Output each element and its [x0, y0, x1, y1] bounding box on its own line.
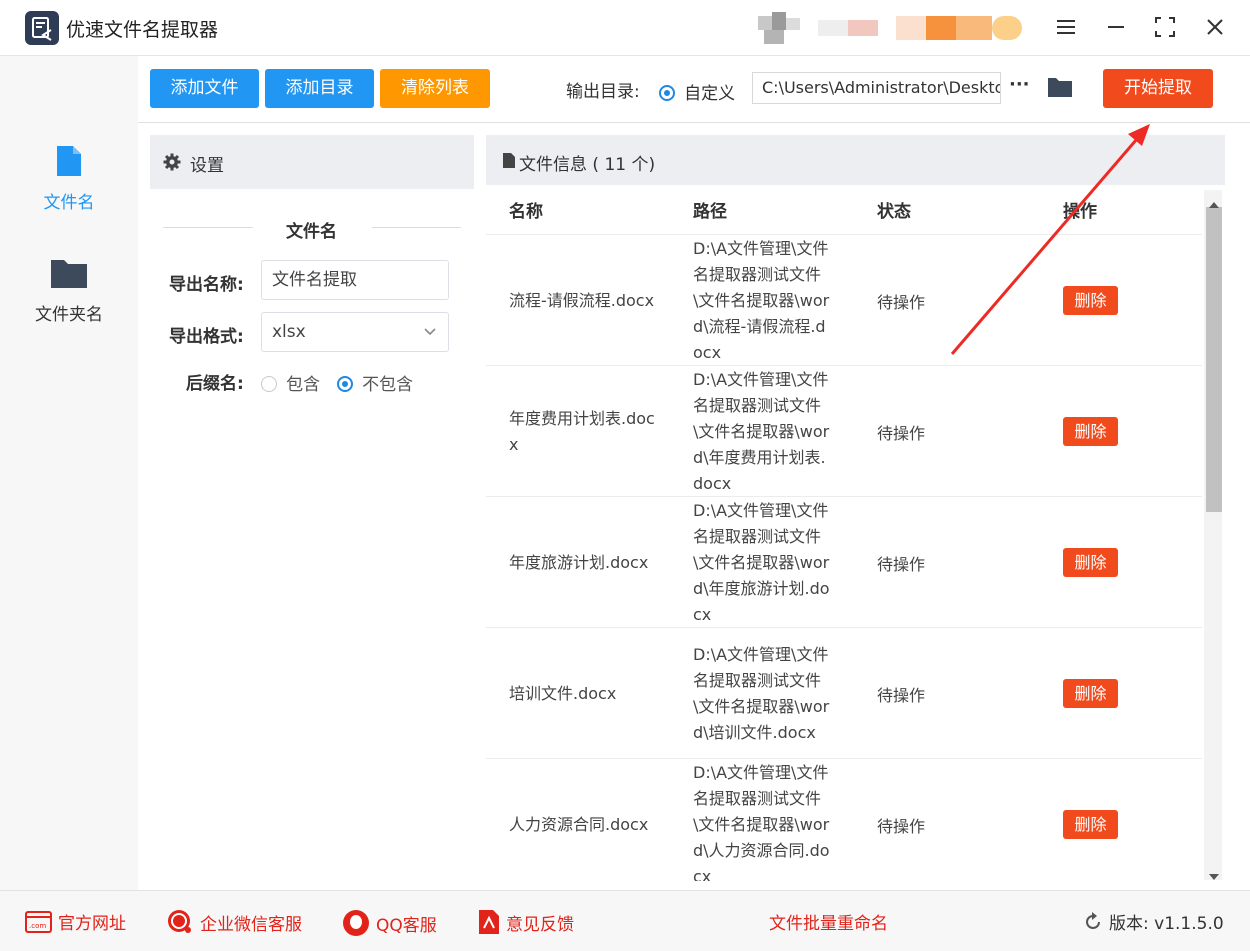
file-status-cell: 待操作	[877, 292, 926, 312]
section-title: 文件名	[286, 222, 337, 242]
sidebar-item-foldername[interactable]: 文件夹名	[0, 256, 138, 325]
add-file-button[interactable]: 添加文件	[150, 69, 259, 108]
output-dir-label: 输出目录:	[566, 82, 640, 102]
section-divider-left	[163, 227, 253, 228]
delete-button[interactable]: 删除	[1063, 548, 1118, 577]
file-name-cell: 流程-请假流程.docx	[509, 290, 655, 310]
app-title: 优速文件名提取器	[66, 19, 219, 41]
file-status-cell: 待操作	[877, 816, 926, 836]
batch-rename-link[interactable]: 文件批量重命名	[769, 909, 888, 934]
website-label: 官方网址	[58, 914, 126, 934]
file-path-cell: D:\A文件管理\文件名提取器测试文件\文件名提取器\word\人力资源合同.d…	[693, 762, 830, 882]
section-divider-right	[372, 227, 461, 228]
sidebar: 文件名 文件夹名	[0, 56, 138, 890]
table-row: 年度旅游计划.docx D:\A文件管理\文件名提取器测试文件\文件名提取器\w…	[486, 496, 1202, 628]
annotation-arrow	[950, 124, 1150, 355]
export-format-label: 导出格式:	[169, 327, 244, 347]
more-button[interactable]: ···	[1009, 74, 1030, 95]
delete-button[interactable]: 删除	[1063, 679, 1118, 708]
column-header-status: 状态	[877, 202, 911, 222]
fileinfo-title: 文件信息 ( 11 个)	[519, 155, 656, 175]
feedback-icon	[479, 910, 499, 934]
scrollbar-thumb[interactable]	[1206, 207, 1222, 512]
file-status-cell: 待操作	[877, 554, 926, 574]
title-bar: 优速文件名提取器	[0, 0, 1250, 56]
radio-selected-icon	[337, 376, 353, 392]
gear-icon	[163, 153, 181, 171]
file-icon	[57, 146, 81, 176]
close-icon[interactable]	[1202, 14, 1228, 40]
delete-button[interactable]: 删除	[1063, 417, 1118, 446]
version-label: 版本: v1.1.5.0	[1109, 914, 1224, 934]
table-row: 培训文件.docx D:\A文件管理\文件名提取器测试文件\文件名提取器\wor…	[486, 627, 1202, 759]
menu-icon[interactable]	[1053, 14, 1079, 40]
settings-header: 设置	[150, 135, 474, 189]
file-path-cell: D:\A文件管理\文件名提取器测试文件\文件名提取器\word\培训文件.doc…	[693, 644, 830, 742]
table-row: 年度费用计划表.docx D:\A文件管理\文件名提取器测试文件\文件名提取器\…	[486, 365, 1202, 497]
column-header-path: 路径	[693, 202, 727, 222]
file-path-cell: D:\A文件管理\文件名提取器测试文件\文件名提取器\word\流程-请假流程.…	[693, 238, 830, 362]
export-name-input[interactable]: 文件名提取	[261, 260, 449, 300]
custom-radio[interactable]: 自定义	[659, 79, 735, 104]
website-link[interactable]: .com 官方网址	[25, 909, 126, 934]
app-logo-icon	[25, 11, 59, 45]
document-icon	[503, 153, 515, 168]
feedback-label: 意见反馈	[506, 914, 574, 935]
version-info[interactable]: 版本: v1.1.5.0	[1083, 909, 1224, 934]
export-format-value: xlsx	[272, 322, 306, 342]
export-name-label: 导出名称:	[169, 275, 244, 295]
file-name-cell: 年度费用计划表.docx	[509, 408, 655, 454]
sidebar-item-filename[interactable]: 文件名	[0, 144, 138, 213]
file-name-cell: 人力资源合同.docx	[509, 814, 649, 834]
delete-button[interactable]: 删除	[1063, 810, 1118, 839]
sidebar-item-label: 文件夹名	[35, 305, 103, 325]
wechat-icon	[168, 910, 191, 933]
settings-title: 设置	[190, 156, 224, 176]
scroll-down-icon[interactable]	[1209, 866, 1219, 885]
clear-list-button[interactable]: 清除列表	[380, 69, 490, 108]
radio-selected-icon	[659, 85, 675, 101]
folder-icon	[51, 260, 87, 288]
folder-browse-icon[interactable]	[1047, 76, 1073, 102]
column-header-name: 名称	[509, 202, 543, 222]
suffix-label: 后缀名:	[186, 374, 244, 394]
user-name-blurred	[818, 12, 1028, 44]
sidebar-item-label: 文件名	[43, 193, 95, 213]
wechat-support-link[interactable]: 企业微信客服	[166, 909, 302, 935]
suffix-include-radio[interactable]: 包含	[261, 370, 320, 395]
qq-icon	[343, 910, 369, 936]
suffix-exclude-label: 不包含	[362, 375, 414, 395]
radio-unselected-icon	[261, 376, 277, 392]
chevron-down-icon	[424, 328, 436, 336]
custom-radio-label: 自定义	[684, 84, 736, 104]
user-avatar[interactable]	[758, 12, 806, 44]
export-format-select[interactable]: xlsx	[261, 312, 449, 352]
qq-label: QQ客服	[376, 915, 437, 936]
output-path-input[interactable]: C:\Users\Administrator\Desktop	[752, 72, 1001, 104]
table-row: 人力资源合同.docx D:\A文件管理\文件名提取器测试文件\文件名提取器\w…	[486, 758, 1202, 881]
minimize-icon[interactable]	[1103, 14, 1129, 40]
file-path-cell: D:\A文件管理\文件名提取器测试文件\文件名提取器\word\年度旅游计划.d…	[693, 500, 830, 624]
qq-support-link[interactable]: QQ客服	[342, 909, 437, 937]
start-extract-button[interactable]: 开始提取	[1103, 69, 1213, 108]
file-status-cell: 待操作	[877, 685, 926, 705]
maximize-icon[interactable]	[1152, 14, 1178, 40]
wechat-label: 企业微信客服	[200, 914, 302, 935]
feedback-link[interactable]: 意见反馈	[478, 909, 574, 935]
svg-text:.com: .com	[29, 922, 46, 930]
file-path-cell: D:\A文件管理\文件名提取器测试文件\文件名提取器\word\年度费用计划表.…	[693, 369, 830, 493]
file-name-cell: 年度旅游计划.docx	[509, 552, 649, 572]
file-status-cell: 待操作	[877, 423, 926, 443]
scroll-up-icon[interactable]	[1209, 193, 1219, 212]
website-icon: .com	[25, 910, 52, 933]
suffix-include-label: 包含	[286, 375, 321, 395]
suffix-exclude-radio[interactable]: 不包含	[337, 370, 413, 395]
refresh-icon	[1086, 911, 1100, 929]
file-name-cell: 培训文件.docx	[509, 683, 617, 703]
add-directory-button[interactable]: 添加目录	[265, 69, 374, 108]
